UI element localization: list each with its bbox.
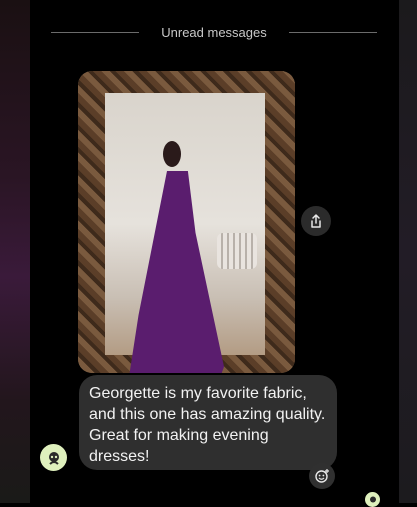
photo-mirror: [105, 93, 265, 373]
add-reaction-button[interactable]: [309, 463, 335, 489]
add-reaction-icon: [315, 469, 329, 483]
avatar-icon: [369, 496, 376, 502]
sender-avatar[interactable]: [40, 444, 67, 471]
unread-messages-label: Unread messages: [161, 24, 267, 40]
avatar-icon: [48, 451, 59, 465]
unread-messages-divider: Unread messages: [51, 24, 377, 40]
message-photo[interactable]: [78, 71, 295, 373]
message-text: Georgette is my favorite fabric, and thi…: [89, 385, 326, 465]
photo-stool: [217, 233, 257, 269]
read-receipt-avatar: [365, 492, 380, 507]
background-left-edge: [0, 0, 30, 503]
photo-figure-head: [163, 141, 181, 167]
share-button[interactable]: [301, 206, 331, 236]
divider-line-left: [51, 31, 140, 33]
share-icon: [311, 214, 321, 228]
photo-purple-dress: [129, 171, 224, 373]
divider-line-right: [288, 31, 377, 33]
background-right-edge: [399, 0, 417, 503]
message-bubble[interactable]: Georgette is my favorite fabric, and thi…: [79, 375, 337, 470]
